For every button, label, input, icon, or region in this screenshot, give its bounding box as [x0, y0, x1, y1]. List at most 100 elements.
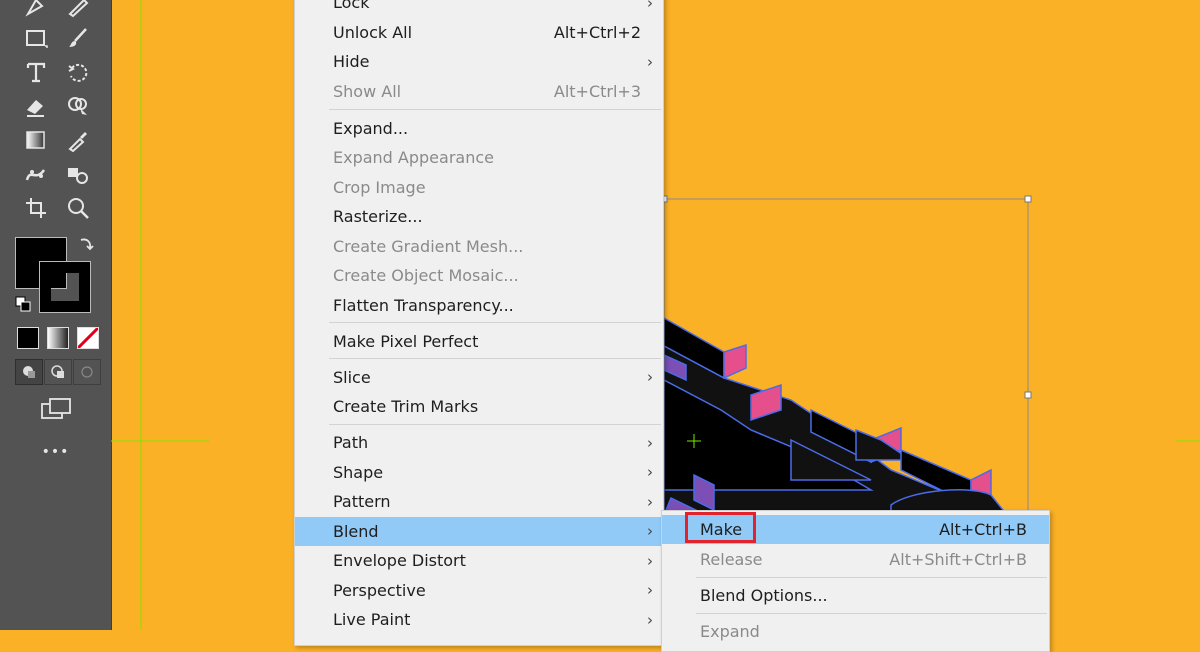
- menu-item-label: Rasterize...: [333, 207, 423, 226]
- menu-item-label: Unlock All: [333, 22, 413, 42]
- menu-item-label: Crop Image: [333, 177, 426, 197]
- menu-item-unlock-all[interactable]: Unlock All Alt+Ctrl+2: [295, 18, 663, 47]
- menu-item-show-all[interactable]: Show All Alt+Ctrl+3: [295, 77, 663, 106]
- menu-item-label: Create Trim Marks: [333, 397, 479, 416]
- menu-item-shortcut: Alt+Ctrl+2: [553, 22, 641, 42]
- menu-item-create-gradient-mesh[interactable]: Create Gradient Mesh...: [295, 232, 663, 261]
- menu-item-shortcut: Alt+Ctrl+B: [939, 520, 1027, 539]
- menu-item-label: Live Paint: [333, 610, 411, 629]
- menu-item-label: Pattern: [333, 492, 391, 511]
- menu-item-slice[interactable]: Slice ›: [295, 363, 663, 392]
- menu-item-make-pixel-perfect[interactable]: Make Pixel Perfect: [295, 327, 663, 356]
- chevron-right-icon: ›: [647, 581, 653, 599]
- eraser-icon[interactable]: [22, 92, 50, 120]
- menu-item-label: Release: [700, 549, 763, 569]
- tools-panel: •••: [0, 0, 112, 630]
- make-highlight-outline: [685, 512, 756, 543]
- rectangle-icon[interactable]: [22, 24, 50, 52]
- menu-item-create-object-mosaic[interactable]: Create Object Mosaic...: [295, 261, 663, 290]
- menu-item-label: Perspective: [333, 580, 426, 600]
- menu-item-expand-appearance[interactable]: Expand Appearance: [295, 143, 663, 172]
- menu-item-pattern[interactable]: Pattern ›: [295, 487, 663, 516]
- menu-item-label: Expand Appearance: [333, 148, 494, 167]
- menu-item-label: Expand: [700, 621, 760, 641]
- menu-item-label: Shape: [333, 462, 384, 482]
- menu-separator: [329, 358, 661, 359]
- menu-item-label: Path: [333, 433, 369, 452]
- chevron-right-icon: ›: [647, 433, 653, 452]
- menu-item-label: Flatten Transparency...: [333, 295, 514, 315]
- menu-separator: [696, 577, 1047, 578]
- menu-item-perspective[interactable]: Perspective ›: [295, 576, 663, 605]
- gradient-mode-button[interactable]: [47, 327, 69, 349]
- draw-inside-icon[interactable]: [73, 359, 101, 385]
- swap-fill-stroke-icon[interactable]: [78, 236, 94, 252]
- menu-item-label: Envelope Distort: [333, 551, 466, 570]
- menu-item-label: Create Gradient Mesh...: [333, 236, 524, 256]
- live-paint-icon[interactable]: [64, 160, 92, 188]
- chevron-right-icon: ›: [647, 610, 653, 629]
- rotate-icon[interactable]: [64, 58, 92, 86]
- menu-item-shortcut: Alt+Ctrl+3: [553, 81, 641, 101]
- menu-item-blend[interactable]: Blend ›: [295, 516, 663, 546]
- default-fill-stroke-icon[interactable]: [15, 296, 31, 312]
- chevron-right-icon: ›: [647, 0, 653, 12]
- chevron-right-icon: ›: [647, 551, 653, 570]
- chevron-right-icon: ›: [647, 463, 653, 481]
- none-mode-button[interactable]: [77, 327, 99, 349]
- draw-behind-icon[interactable]: [44, 359, 72, 385]
- pen-icon[interactable]: [22, 0, 50, 20]
- eyedropper-icon[interactable]: [64, 126, 92, 154]
- color-mode-button[interactable]: [17, 327, 39, 349]
- menu-item-flatten-transparency[interactable]: Flatten Transparency...: [295, 291, 663, 320]
- blend-item-blend-options[interactable]: Blend Options...: [662, 581, 1049, 610]
- menu-separator: [329, 108, 661, 110]
- menu-separator: [329, 322, 661, 323]
- menu-item-label: Show All: [333, 81, 402, 101]
- zoom-icon[interactable]: [64, 194, 92, 222]
- blend-item-expand[interactable]: Expand: [662, 617, 1049, 646]
- menu-item-path[interactable]: Path ›: [295, 428, 663, 457]
- menu-item-hide[interactable]: Hide ›: [295, 47, 663, 76]
- chevron-right-icon: ›: [647, 492, 653, 511]
- more-tools-button[interactable]: •••: [0, 444, 111, 460]
- artboard-icon[interactable]: [22, 194, 50, 222]
- menu-item-label: Blend: [333, 521, 379, 541]
- selection-handle-top-right: [1024, 195, 1032, 203]
- menu-item-shortcut: Alt+Shift+Ctrl+B: [889, 549, 1027, 569]
- menu-item-envelope-distort[interactable]: Envelope Distort ›: [295, 546, 663, 575]
- menu-item-label: Make Pixel Perfect: [333, 331, 479, 351]
- menu-item-crop-image[interactable]: Crop Image: [295, 173, 663, 202]
- pencil-icon[interactable]: [64, 0, 92, 20]
- blend-submenu: Make Alt+Ctrl+B Release Alt+Shift+Ctrl+B Ble…: [661, 510, 1050, 652]
- puppet-warp-icon[interactable]: [22, 160, 50, 188]
- blend-item-make[interactable]: Make Alt+Ctrl+B: [662, 512, 1049, 544]
- type-icon[interactable]: [22, 58, 50, 86]
- brush-icon[interactable]: [64, 24, 92, 52]
- screen-mode-icon[interactable]: [40, 396, 74, 422]
- menu-item-expand[interactable]: Expand...: [295, 114, 663, 143]
- menu-item-label: Lock: [333, 0, 370, 12]
- menu-separator: [696, 613, 1047, 614]
- chevron-right-icon: ›: [647, 52, 653, 71]
- selection-handle-right-middle: [1024, 391, 1032, 399]
- menu-separator: [329, 424, 661, 425]
- object-menu: Lock › Unlock All Alt+Ctrl+2 Hide › Show All Al…: [294, 0, 664, 646]
- shape-builder-icon[interactable]: [64, 92, 92, 120]
- isometric-artwork: [662, 316, 1013, 521]
- blend-item-release[interactable]: Release Alt+Shift+Ctrl+B: [662, 545, 1049, 574]
- chevron-right-icon: ›: [647, 522, 653, 540]
- menu-item-rasterize[interactable]: Rasterize...: [295, 202, 663, 231]
- chevron-right-icon: ›: [647, 368, 653, 386]
- stroke-swatch[interactable]: [39, 261, 91, 313]
- menu-item-lock[interactable]: Lock ›: [295, 0, 663, 17]
- menu-item-label: Expand...: [333, 118, 409, 138]
- menu-item-label: Slice: [333, 367, 371, 387]
- menu-item-label: Create Object Mosaic...: [333, 266, 519, 285]
- gradient-icon[interactable]: [22, 126, 50, 154]
- menu-item-shape[interactable]: Shape ›: [295, 458, 663, 487]
- menu-item-label: Hide: [333, 52, 370, 71]
- draw-normal-icon[interactable]: [15, 359, 43, 385]
- menu-item-label: Blend Options...: [700, 585, 828, 605]
- menu-item-create-trim-marks[interactable]: Create Trim Marks: [295, 392, 663, 421]
